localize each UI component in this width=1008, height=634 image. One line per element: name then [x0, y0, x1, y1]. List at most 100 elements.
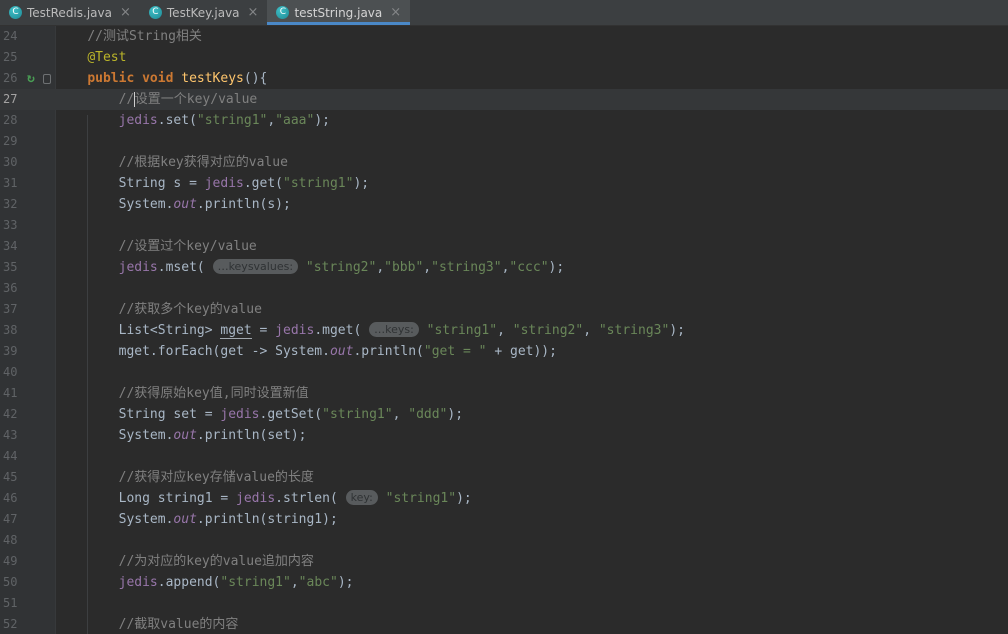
line-number[interactable]: 44 [0, 446, 26, 467]
line-number[interactable]: 40 [0, 362, 26, 383]
gutter: 29 [0, 131, 56, 152]
line-number[interactable]: 34 [0, 236, 26, 257]
gutter-icons [26, 446, 55, 467]
code-line[interactable]: 38 List<String> mget = jedis.mget( …keys… [0, 320, 1008, 341]
tab-testString.java[interactable]: CtestString.java × [267, 0, 411, 25]
token: String s = [118, 176, 205, 191]
code-text: //设置过个key/value [56, 236, 1008, 257]
line-number[interactable]: 25 [0, 47, 26, 68]
token: public [87, 71, 135, 86]
line-number[interactable]: 41 [0, 383, 26, 404]
token: .set( [157, 113, 197, 128]
gutter: 37 [0, 299, 56, 320]
token: "ddd" [408, 407, 448, 422]
gutter: 48 [0, 530, 56, 551]
code-line[interactable]: 39 mget.forEach(get -> System.out.printl… [0, 341, 1008, 362]
token: out [173, 512, 197, 527]
line-number[interactable]: 51 [0, 593, 26, 614]
code-line[interactable]: 51 [0, 593, 1008, 614]
line-number[interactable]: 28 [0, 110, 26, 131]
code-line[interactable]: 33 [0, 215, 1008, 236]
token: .append( [157, 575, 221, 590]
gutter: 51 [0, 593, 56, 614]
gutter-icons [26, 215, 55, 236]
gutter-icons [26, 236, 55, 257]
gutter: 32 [0, 194, 56, 215]
line-number[interactable]: 39 [0, 341, 26, 362]
code-line[interactable]: 43 System.out.println(set); [0, 425, 1008, 446]
token: testKeys [181, 71, 244, 86]
line-number[interactable]: 37 [0, 299, 26, 320]
gutter-icons: ↻ [26, 68, 55, 89]
line-number[interactable]: 38 [0, 320, 26, 341]
line-number[interactable]: 46 [0, 488, 26, 509]
token: void [142, 71, 174, 86]
line-number[interactable]: 52 [0, 614, 26, 634]
code-line[interactable]: 42 String set = jedis.getSet("string1", … [0, 404, 1008, 425]
line-number[interactable]: 30 [0, 152, 26, 173]
tab-close-icon[interactable]: × [120, 6, 131, 19]
line-number[interactable]: 33 [0, 215, 26, 236]
line-number[interactable]: 49 [0, 551, 26, 572]
code-line[interactable]: 28 jedis.set("string1","aaa"); [0, 110, 1008, 131]
code-line[interactable]: 24 //测试String相关 [0, 26, 1008, 47]
line-number[interactable]: 29 [0, 131, 26, 152]
token: //获得原始key值,同时设置新值 [118, 386, 309, 401]
token: List<String> [118, 323, 221, 338]
code-line[interactable]: 37 //获取多个key的value [0, 299, 1008, 320]
code-line[interactable]: 25 @Test [0, 47, 1008, 68]
code-line[interactable]: 34 //设置过个key/value [0, 236, 1008, 257]
code-line[interactable]: 27 //设置一个key/value [0, 89, 1008, 110]
code-line[interactable]: 35 jedis.mset( …keysvalues: "string2","b… [0, 257, 1008, 278]
rerun-test-icon[interactable]: ↻ [27, 68, 35, 89]
token: //测试String相关 [87, 29, 202, 44]
line-number[interactable]: 45 [0, 467, 26, 488]
token: ); [548, 260, 565, 275]
code-line[interactable]: 41 //获得原始key值,同时设置新值 [0, 383, 1008, 404]
code-text: System.out.println(set); [56, 425, 1008, 446]
code-editor[interactable]: 24 //测试String相关 25 @Test 26 ↻ public void t… [0, 26, 1008, 634]
code-line[interactable]: 44 [0, 446, 1008, 467]
token: System. [118, 197, 174, 212]
line-number[interactable]: 24 [0, 26, 26, 47]
code-line[interactable]: 46 Long string1 = jedis.strlen( key: "st… [0, 488, 1008, 509]
line-number[interactable]: 35 [0, 257, 26, 278]
line-number[interactable]: 42 [0, 404, 26, 425]
line-number[interactable]: 27 [0, 89, 26, 110]
tab-TestKey.java[interactable]: C TestKey.java × [140, 0, 268, 25]
code-line[interactable]: 40 [0, 362, 1008, 383]
token: mget.forEach(get -> System. [118, 344, 330, 359]
line-number[interactable]: 32 [0, 194, 26, 215]
line-number[interactable]: 48 [0, 530, 26, 551]
code-line[interactable]: 32 System.out.println(s); [0, 194, 1008, 215]
code-line[interactable]: 47 System.out.println(string1); [0, 509, 1008, 530]
line-number[interactable]: 36 [0, 278, 26, 299]
code-line[interactable]: 36 [0, 278, 1008, 299]
gutter-icons [26, 131, 55, 152]
code-line[interactable]: 30 //根据key获得对应的value [0, 152, 1008, 173]
tab-TestRedis.java[interactable]: C TestRedis.java × [0, 0, 140, 25]
token: jedis [236, 491, 276, 506]
token: "string1" [385, 491, 457, 506]
code-line[interactable]: 31 String s = jedis.get("string1"); [0, 173, 1008, 194]
line-number[interactable]: 50 [0, 572, 26, 593]
line-number[interactable]: 47 [0, 509, 26, 530]
code-line[interactable]: 52 //截取value的内容 [0, 614, 1008, 634]
code-line[interactable]: 48 [0, 530, 1008, 551]
line-number[interactable]: 31 [0, 173, 26, 194]
code-line[interactable]: 50 jedis.append("string1","abc"); [0, 572, 1008, 593]
tab-close-icon[interactable]: × [390, 6, 401, 19]
gutter-icons [26, 404, 55, 425]
code-line[interactable]: 45 //获得对应key存储value的长度 [0, 467, 1008, 488]
code-line[interactable]: 29 [0, 131, 1008, 152]
code-line[interactable]: 49 //为对应的key的value追加内容 [0, 551, 1008, 572]
code-line[interactable]: 26 ↻ public void testKeys(){ [0, 68, 1008, 89]
folding-marker-icon[interactable] [42, 73, 51, 84]
line-number[interactable]: 43 [0, 425, 26, 446]
line-number[interactable]: 26 [0, 68, 26, 89]
token: , [423, 260, 432, 275]
tab-close-icon[interactable]: × [248, 6, 259, 19]
